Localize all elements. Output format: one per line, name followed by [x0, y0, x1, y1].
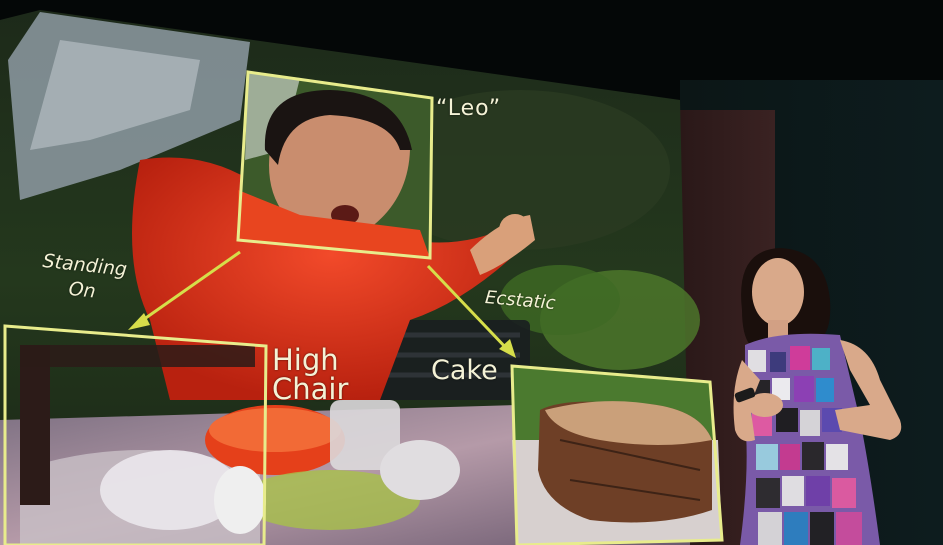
- leo-inset: [236, 70, 434, 260]
- label-cake: Cake: [431, 355, 498, 386]
- label-chair: Chair: [272, 372, 349, 406]
- label-high-chair: High Chair: [272, 346, 348, 404]
- label-leo: “Leo”: [436, 96, 502, 121]
- cake-inset: [510, 364, 724, 545]
- label-standing-on: Standing On: [39, 249, 128, 308]
- projection-screen: [0, 0, 943, 545]
- ted-talk-stage: “Leo” Standing On Ecstatic High Chair Ca…: [0, 0, 943, 545]
- label-high: High: [272, 343, 339, 377]
